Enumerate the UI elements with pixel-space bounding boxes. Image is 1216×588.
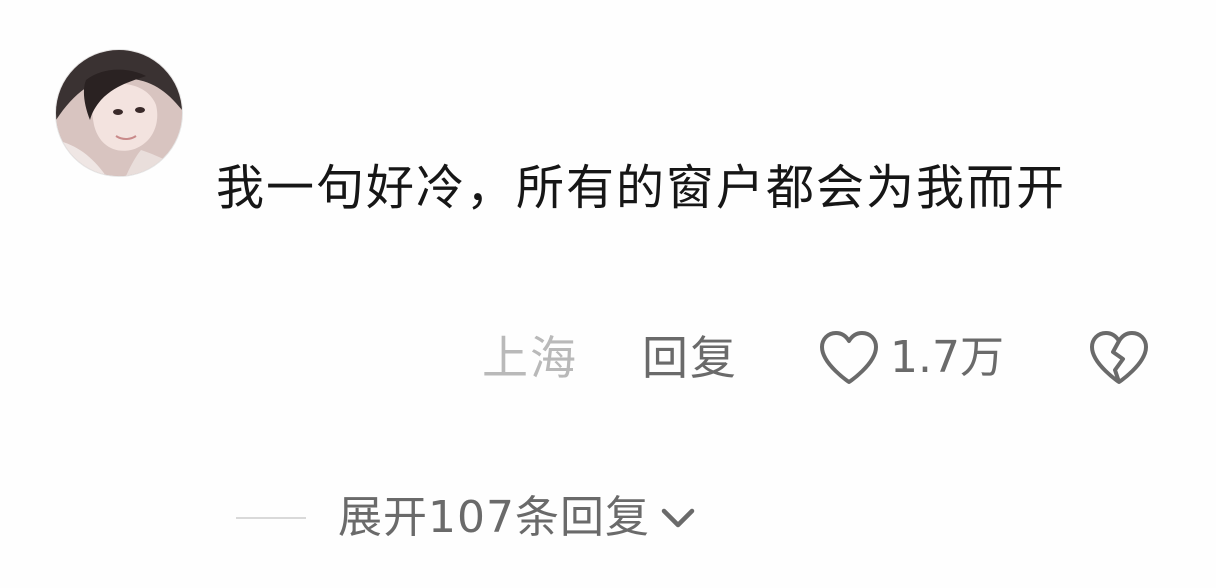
like-button[interactable]: 1.7万 bbox=[818, 326, 1004, 390]
comment-item: 我一句好冷，所有的窗户都会为我而开 上海 回复 1.7万 展开107条回复 bbox=[0, 0, 1216, 588]
broken-heart-icon bbox=[1090, 331, 1148, 384]
divider-line bbox=[236, 517, 306, 519]
expand-replies-label: 展开107条回复 bbox=[338, 492, 650, 543]
like-count: 1.7万 bbox=[890, 332, 1004, 383]
reply-button[interactable]: 回复 bbox=[642, 330, 738, 386]
dislike-button[interactable] bbox=[1088, 326, 1150, 390]
expand-replies-button[interactable]: 展开107条回复 bbox=[236, 490, 698, 546]
avatar[interactable] bbox=[56, 50, 182, 176]
comment-text: 我一句好冷，所有的窗户都会为我而开 bbox=[216, 160, 1067, 216]
comment-actions: 上海 回复 1.7万 bbox=[0, 326, 1216, 390]
heart-outline-icon bbox=[820, 331, 878, 384]
chevron-down-icon bbox=[658, 504, 698, 532]
location-label: 上海 bbox=[482, 331, 578, 385]
user-avatar-photo bbox=[56, 50, 182, 176]
